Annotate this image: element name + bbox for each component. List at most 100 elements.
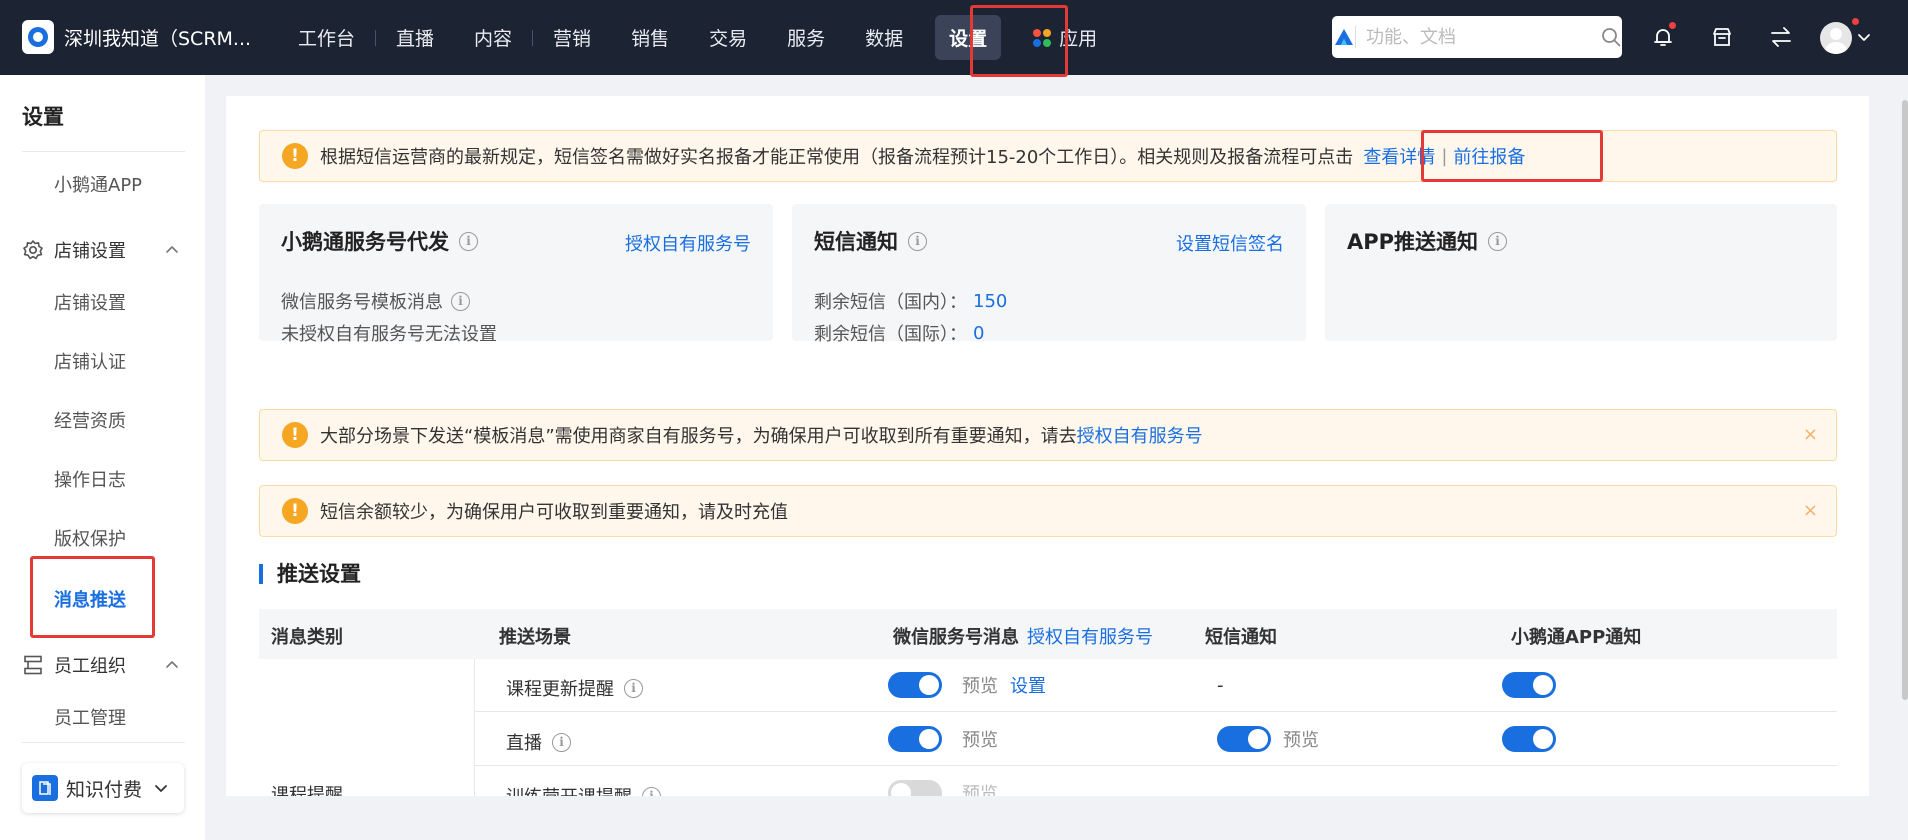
search-brand-icon — [1332, 16, 1355, 58]
card-title-text: APP推送通知 — [1347, 230, 1479, 254]
top-bar: 深圳我知道（SCRM... 工作台 直播 内容 营销 销售 交易 服务 数据 设… — [0, 0, 1908, 77]
close-icon[interactable]: × — [1803, 424, 1818, 445]
warning-icon: ! — [282, 422, 308, 448]
sidebar-group-staff-label: 员工组织 — [54, 656, 126, 677]
wechat-toggle[interactable] — [888, 672, 942, 698]
sidebar-item-app[interactable]: 小鹅通APP — [54, 171, 142, 197]
info-icon[interactable]: i — [642, 786, 661, 796]
org-chart-icon — [24, 655, 42, 675]
sms-international: 剩余短信（国际）： 0 — [814, 320, 984, 346]
sidebar-item-shop-auth[interactable]: 店铺认证 — [54, 348, 126, 374]
sms-domestic: 剩余短信（国内）： 150 — [814, 288, 1007, 314]
nav-service[interactable]: 服务 — [767, 0, 845, 75]
product-switcher[interactable]: 知识付费 — [22, 763, 184, 813]
authorize-service-account-link[interactable]: 授权自有服务号 — [1077, 422, 1203, 448]
sms-balance-notice: ! 短信余额较少，为确保用户可收取到重要通知，请及时充值 × — [259, 485, 1837, 537]
nav-sales[interactable]: 销售 — [611, 0, 689, 75]
table-header: 消息类别 推送场景 微信服务号消息 授权自有服务号 短信通知 小鹅通APP通知 — [259, 609, 1837, 659]
set-sms-signature-link[interactable]: 设置短信签名 — [1176, 230, 1284, 256]
info-icon[interactable]: i — [552, 732, 571, 752]
highlight-notice-links — [1421, 130, 1603, 182]
search-input[interactable] — [1355, 17, 1601, 57]
sidebar-group-shop[interactable]: 店铺设置 — [22, 237, 126, 263]
authorize-service-account-link[interactable]: 授权自有服务号 — [1027, 627, 1153, 648]
notice-text: 根据短信运营商的最新规定，短信签名需做好实名报备才能正常使用（报备流程预计15-… — [320, 147, 1354, 168]
store-icon[interactable] — [1707, 22, 1737, 52]
preview-link[interactable]: 预览 — [962, 726, 998, 752]
sidebar-item-qualification[interactable]: 经营资质 — [54, 407, 126, 433]
sidebar-item-operation-log[interactable]: 操作日志 — [54, 466, 126, 492]
warning-icon: ! — [282, 143, 308, 169]
wechat-toggle[interactable] — [888, 780, 942, 796]
sms-international-label: 剩余短信（国际）： — [814, 324, 967, 345]
settings-link[interactable]: 设置 — [1010, 672, 1046, 698]
search-icon[interactable] — [1601, 27, 1622, 47]
bell-icon[interactable] — [1648, 22, 1678, 52]
app-toggle[interactable] — [1502, 726, 1556, 752]
preview-link[interactable]: 预览 — [962, 780, 998, 796]
nav-marketing[interactable]: 营销 — [533, 0, 611, 75]
app-toggle[interactable] — [1502, 672, 1556, 698]
close-icon[interactable]: × — [1803, 500, 1818, 521]
chevron-up-icon[interactable] — [164, 656, 180, 676]
sidebar-group-staff[interactable]: 员工组织 — [22, 652, 126, 678]
info-icon[interactable]: i — [459, 231, 478, 251]
chevron-down-icon[interactable] — [1856, 22, 1872, 52]
nav-workbench[interactable]: 工作台 — [278, 0, 375, 75]
table-row: 课程更新提醒 i 预览 设置 - — [474, 659, 1837, 712]
global-search — [1332, 16, 1622, 58]
info-icon[interactable]: i — [908, 231, 927, 251]
sms-toggle[interactable] — [1217, 726, 1271, 752]
switch-icon[interactable] — [1766, 22, 1796, 52]
product-switcher-label: 知识付费 — [66, 778, 143, 801]
sidebar-item-shop-settings[interactable]: 店铺设置 — [54, 289, 126, 315]
sms-card: 短信通知 i 设置短信签名 剩余短信（国内）： 150 剩余短信（国际）： 0 — [792, 204, 1306, 345]
nav-trade[interactable]: 交易 — [689, 0, 767, 75]
shop-logo[interactable] — [22, 20, 54, 54]
template-message-text: 微信服务号模板消息 — [281, 292, 443, 313]
card-title: APP推送通知 i — [1347, 226, 1508, 256]
sidebar-item-staff-management[interactable]: 员工管理 — [54, 704, 126, 730]
wechat-cell: 预览 — [888, 726, 998, 752]
sms-international-value: 0 — [973, 322, 985, 344]
template-message-notice: ! 大部分场景下发送“模板消息”需使用商家自有服务号，为确保用户可收取到所有重要… — [259, 409, 1837, 461]
scene-label: 课程更新提醒 — [506, 679, 614, 700]
sms-domestic-label: 剩余短信（国内）： — [814, 292, 967, 313]
app-cell — [1502, 672, 1556, 698]
scrollbar[interactable] — [1902, 100, 1908, 700]
notice-text: 短信余额较少，为确保用户可收取到重要通知，请及时充值 — [320, 502, 788, 523]
wechat-toggle[interactable] — [888, 726, 942, 752]
service-account-card: 小鹅通服务号代发 i 授权自有服务号 微信服务号模板消息 i 未授权自有服务号无… — [259, 204, 773, 345]
push-settings-title: 推送设置 — [259, 564, 361, 585]
table-row: 直播 i 预览 预览 — [474, 713, 1837, 766]
sidebar-item-copyright[interactable]: 版权保护 — [54, 525, 126, 551]
scene-cell: 训练营开课提醒 i — [506, 783, 661, 796]
info-icon[interactable]: i — [1488, 231, 1508, 251]
sidebar-title: 设置 — [22, 105, 64, 129]
chevron-up-icon[interactable] — [164, 241, 180, 261]
app-cell — [1502, 726, 1556, 752]
nav-live[interactable]: 直播 — [376, 0, 454, 75]
authorize-service-account-link[interactable]: 授权自有服务号 — [625, 230, 751, 256]
warning-icon: ! — [282, 498, 308, 524]
gear-icon — [23, 240, 43, 260]
sidebar-divider — [22, 151, 185, 152]
table-row: 训练营开课提醒 i 预览 — [474, 767, 1837, 796]
sms-domestic-value: 150 — [973, 290, 1008, 312]
info-icon[interactable]: i — [451, 291, 470, 311]
notification-dot — [1669, 22, 1676, 29]
card-title-text: 短信通知 — [814, 230, 898, 254]
col-app: 小鹅通APP通知 — [1511, 627, 1642, 648]
info-icon[interactable]: i — [624, 678, 643, 698]
shop-name[interactable]: 深圳我知道（SCRM... — [64, 24, 251, 51]
highlight-message-push — [30, 556, 155, 638]
scene-label: 直播 — [506, 733, 542, 754]
nav-data[interactable]: 数据 — [845, 0, 923, 75]
col-wechat: 微信服务号消息 授权自有服务号 — [893, 623, 1153, 649]
preview-link[interactable]: 预览 — [962, 672, 998, 698]
sidebar-group-shop-label: 店铺设置 — [54, 241, 126, 262]
card-title: 短信通知 i — [814, 226, 927, 256]
user-avatar[interactable] — [1820, 22, 1852, 54]
preview-link[interactable]: 预览 — [1283, 726, 1319, 752]
nav-content[interactable]: 内容 — [454, 0, 532, 75]
